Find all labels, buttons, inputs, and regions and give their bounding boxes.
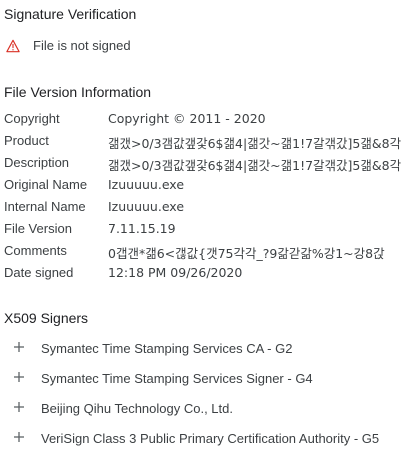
info-row-original-name: Original Name Izuuuuu.exe <box>4 174 406 196</box>
info-key: Comments <box>4 243 67 258</box>
signer-item[interactable]: Beijing Qihu Technology Co., Ltd. <box>0 394 409 424</box>
info-row-internal-name: Internal Name Izuuuuu.exe <box>4 196 406 218</box>
info-key: Internal Name <box>4 199 86 214</box>
signer-label[interactable]: Symantec Time Stamping Services CA - G2 <box>41 341 292 356</box>
signer-label[interactable]: Beijing Qihu Technology Co., Ltd. <box>41 401 233 416</box>
info-value: Copyright © 2011 - 2020 <box>108 111 266 126</box>
info-value: 갦갰>0/3갬값갶갗6$갦4|갦갓~갦1!7갈갞갔]5갦&8각 <box>108 136 402 151</box>
plus-icon[interactable] <box>13 371 25 383</box>
info-key: Product <box>4 133 49 148</box>
info-row-date-signed: Date signed 12:18 PM 09/26/2020 <box>4 262 406 284</box>
plus-icon[interactable] <box>13 431 25 443</box>
signature-verification-title: Signature Verification <box>4 6 137 22</box>
x509-signers-title: X509 Signers <box>4 310 89 326</box>
plus-icon[interactable] <box>13 341 25 353</box>
signer-label[interactable]: Symantec Time Stamping Services Signer -… <box>41 371 313 386</box>
info-value: 12:18 PM 09/26/2020 <box>108 265 243 280</box>
info-key: Original Name <box>4 177 88 192</box>
info-row-description: Description 갦갰>0/3갬값갶갗6$갦4|갦갓~갦1!7갈갞갔]5갦… <box>4 152 406 174</box>
info-key: Description <box>4 155 70 170</box>
signer-item[interactable]: Symantec Time Stamping Services CA - G2 <box>0 334 409 364</box>
x509-signers-list: Symantec Time Stamping Services CA - G2 … <box>0 334 409 454</box>
signature-status: File is not signed <box>6 36 131 56</box>
info-key: Date signed <box>4 265 74 280</box>
info-value: Izuuuuu.exe <box>108 177 185 192</box>
file-version-title: File Version Information <box>4 84 152 100</box>
info-value: 0갭갠*갦6<갢값{갯75각각_?9갊갇갊%강1~강8갅 <box>108 246 385 261</box>
info-key: Copyright <box>4 111 60 126</box>
info-value: 갦갰>0/3갬값갶갗6$갦4|갦갓~갦1!7갈갞갔]5갦&8각 <box>108 158 402 173</box>
signer-item[interactable]: Symantec Time Stamping Services Signer -… <box>0 364 409 394</box>
info-value: 7.11.15.19 <box>108 221 176 236</box>
info-value: Izuuuuu.exe <box>108 199 185 214</box>
info-key: File Version <box>4 221 72 236</box>
warning-icon <box>6 39 20 53</box>
signature-status-text: File is not signed <box>33 38 131 53</box>
info-row-copyright: Copyright Copyright © 2011 - 2020 <box>4 108 406 130</box>
info-row-comments: Comments 0갭갠*갦6<갢값{갯75각각_?9갊갇갊%강1~강8갅 <box>4 240 406 262</box>
signer-label[interactable]: VeriSign Class 3 Public Primary Certific… <box>41 431 379 446</box>
file-version-table: Copyright Copyright © 2011 - 2020 Produc… <box>4 108 406 284</box>
plus-icon[interactable] <box>13 401 25 413</box>
info-row-file-version: File Version 7.11.15.19 <box>4 218 406 240</box>
info-row-product: Product 갦갰>0/3갬값갶갗6$갦4|갦갓~갦1!7갈갞갔]5갦&8각 <box>4 130 406 152</box>
